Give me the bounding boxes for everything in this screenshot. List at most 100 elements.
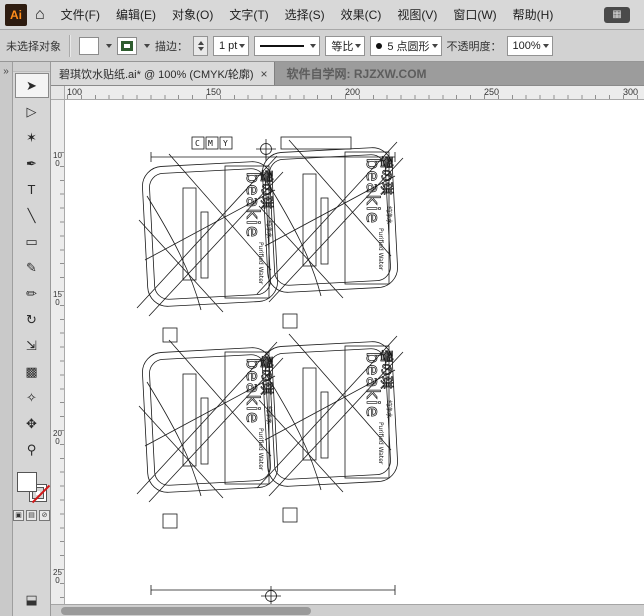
reg-letter-c: C bbox=[195, 139, 200, 148]
document-tab-title: 碧琪饮水贴纸.ai* @ 100% (CMYK/轮廓) bbox=[59, 68, 254, 81]
ruler-label: 200 bbox=[53, 429, 62, 446]
panel-collapse-strip[interactable]: » bbox=[0, 62, 13, 616]
ruler-label: 250 bbox=[484, 87, 500, 97]
document-canvas[interactable]: 碧の琪 beakie 纯净水 Purified Water C M Y bbox=[65, 100, 644, 604]
stroke-style-preview bbox=[260, 44, 305, 47]
menu-window[interactable]: 窗口(W) bbox=[445, 0, 504, 30]
type-tool[interactable]: T bbox=[15, 177, 49, 202]
control-bar: 未选择对象 描边： 1 pt 等比 5 点圆形 不透明度： 100% bbox=[0, 30, 644, 62]
gradient-mode-button[interactable]: ▤ bbox=[26, 510, 37, 521]
color-mode-button[interactable]: ▣ bbox=[13, 510, 24, 521]
horizontal-ruler[interactable]: 100 150 200 250 300 bbox=[65, 86, 644, 100]
direct-selection-tool[interactable]: ▷ bbox=[15, 99, 49, 124]
pencil-tool-icon: ✏ bbox=[26, 286, 37, 301]
selection-tool-icon: ➤ bbox=[26, 78, 37, 93]
stroke-weight-label: 描边： bbox=[155, 40, 188, 53]
site-watermark: 软件自学网: RJZXW.COM bbox=[286, 67, 427, 81]
vertical-ruler[interactable]: 100 150 200 250 bbox=[51, 100, 65, 604]
stroke-weight-stepper[interactable] bbox=[193, 35, 208, 56]
chevron-down-icon bbox=[355, 43, 362, 48]
fill-stroke-indicator[interactable] bbox=[16, 472, 47, 502]
brush-preview-icon bbox=[376, 42, 383, 49]
label-bottom-left[interactable] bbox=[136, 339, 284, 529]
home-icon[interactable]: ⌂ bbox=[35, 6, 45, 23]
eyedropper-tool[interactable]: ✧ bbox=[15, 385, 49, 410]
registration-marks-bottom bbox=[150, 585, 396, 604]
zoom-tool[interactable]: ⚲ bbox=[15, 437, 49, 462]
rectangle-tool[interactable]: ▭ bbox=[15, 229, 49, 254]
chevron-down-icon bbox=[239, 43, 246, 48]
width-profile-dropdown[interactable]: 等比 bbox=[325, 35, 366, 56]
ruler-label: 100 bbox=[67, 87, 83, 97]
document-tab[interactable]: 碧琪饮水贴纸.ai* @ 100% (CMYK/轮廓) × bbox=[51, 62, 275, 85]
ruler-label: 150 bbox=[53, 290, 62, 307]
hand-tool[interactable]: ✥ bbox=[15, 411, 49, 436]
app-logo-icon[interactable]: Ai bbox=[5, 3, 27, 26]
stroke-weight-dropdown[interactable]: 1 pt bbox=[213, 35, 250, 56]
pen-tool[interactable]: ✒ bbox=[15, 151, 49, 176]
gradient-tool[interactable]: ▩ bbox=[15, 359, 49, 384]
selection-status: 未选择对象 bbox=[6, 40, 61, 53]
label-top-right[interactable] bbox=[256, 139, 404, 329]
gradient-tool-icon: ▩ bbox=[25, 364, 38, 379]
label-top-left[interactable] bbox=[136, 153, 284, 343]
scale-tool-icon: ⇲ bbox=[26, 338, 37, 353]
reg-letter-y: Y bbox=[223, 139, 228, 148]
opacity-value: 100% bbox=[512, 39, 541, 52]
pen-tool-icon: ✒ bbox=[26, 156, 37, 171]
fill-color-swatch[interactable] bbox=[79, 36, 99, 55]
brush-definition-dropdown[interactable]: 5 点圆形 bbox=[370, 35, 442, 56]
menu-select[interactable]: 选择(S) bbox=[277, 0, 333, 30]
ruler-label: 150 bbox=[206, 87, 222, 97]
direct-selection-tool-icon: ▷ bbox=[26, 104, 37, 119]
stroke-style-dropdown[interactable] bbox=[254, 35, 321, 56]
scrollbar-thumb[interactable] bbox=[61, 607, 311, 615]
ruler-label: 200 bbox=[345, 87, 361, 97]
horizontal-scrollbar[interactable] bbox=[51, 604, 644, 616]
ruler-label: 250 bbox=[53, 568, 62, 585]
zoom-tool-icon: ⚲ bbox=[26, 442, 37, 457]
none-mode-button[interactable]: ⊘ bbox=[39, 510, 50, 521]
opacity-dropdown[interactable]: 100% bbox=[506, 35, 553, 56]
selection-tool[interactable]: ➤ bbox=[14, 73, 49, 98]
brush-definition-value: 5 点圆形 bbox=[387, 40, 430, 53]
chevron-down-icon bbox=[310, 43, 317, 48]
magic-wand-tool[interactable]: ✶ bbox=[15, 125, 49, 150]
menu-effect[interactable]: 效果(C) bbox=[333, 0, 390, 30]
pencil-tool[interactable]: ✏ bbox=[15, 281, 49, 306]
tools-panel-grip[interactable] bbox=[13, 62, 50, 72]
ruler-label: 300 bbox=[623, 87, 639, 97]
fill-proxy-swatch[interactable] bbox=[16, 472, 37, 492]
illustrator-window: Ai ⌂ 文件(F) 编辑(E) 对象(O) 文字(T) 选择(S) 效果(C)… bbox=[0, 0, 644, 616]
width-profile-value: 等比 bbox=[331, 40, 354, 53]
artwork-outline-view: 碧の琪 beakie 纯净水 Purified Water C M Y bbox=[136, 136, 404, 604]
close-tab-icon[interactable]: × bbox=[261, 68, 268, 80]
chevron-down-icon[interactable] bbox=[106, 43, 112, 48]
paintbrush-tool-icon: ✎ bbox=[26, 260, 37, 275]
reg-letter-m: M bbox=[208, 139, 213, 148]
chevron-down-icon[interactable] bbox=[144, 43, 150, 48]
magic-wand-tool-icon: ✶ bbox=[26, 130, 37, 145]
menu-view[interactable]: 视图(V) bbox=[389, 0, 445, 30]
line-tool[interactable]: ╲ bbox=[15, 203, 49, 228]
scale-tool[interactable]: ⇲ bbox=[15, 333, 49, 358]
opacity-label: 不透明度： bbox=[446, 40, 502, 53]
menu-edit[interactable]: 编辑(E) bbox=[108, 0, 164, 30]
registration-marks-top: C M Y bbox=[150, 136, 396, 162]
paintbrush-tool[interactable]: ✎ bbox=[15, 255, 49, 280]
chevron-down-icon bbox=[542, 43, 549, 48]
menu-file[interactable]: 文件(F) bbox=[53, 0, 108, 30]
rotate-tool[interactable]: ↻ bbox=[15, 307, 49, 332]
expand-panels-icon[interactable]: » bbox=[0, 66, 12, 77]
menu-object[interactable]: 对象(O) bbox=[164, 0, 221, 30]
workspace-switcher-icon[interactable]: ▦ bbox=[604, 6, 630, 23]
document-tab-bar: 碧琪饮水贴纸.ai* @ 100% (CMYK/轮廓) × 软件自学网: RJZ… bbox=[51, 62, 644, 86]
menu-help[interactable]: 帮助(H) bbox=[505, 0, 562, 30]
stroke-weight-value: 1 pt bbox=[219, 39, 238, 52]
screen-mode-button[interactable]: ⬓ bbox=[25, 592, 37, 608]
rectangle-tool-icon: ▭ bbox=[25, 234, 38, 249]
ruler-origin-corner[interactable] bbox=[51, 86, 65, 100]
menu-type[interactable]: 文字(T) bbox=[221, 0, 276, 30]
stroke-color-swatch[interactable] bbox=[117, 36, 137, 55]
chevron-down-icon bbox=[431, 43, 438, 48]
